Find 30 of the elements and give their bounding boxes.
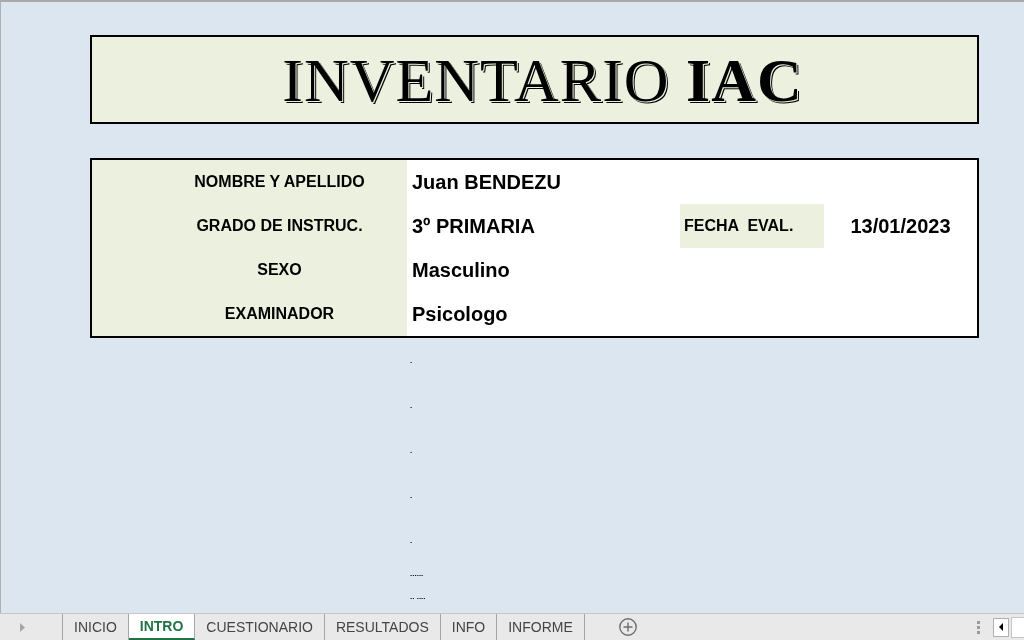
field-label: GRADO DE INSTRUC. [196,217,363,235]
date-label: FECHA EVAL. [680,204,824,248]
date-value: 13/01/2023 [850,214,951,238]
field-label: SEXO [257,261,302,279]
field-label: NOMBRE Y APELLIDO [194,173,365,191]
sheet-title: INVENTARIO IAC [281,48,803,111]
dot-text: ...... [410,570,424,579]
dot-text: . [410,356,413,365]
left-arrow-icon [999,623,1003,631]
sheet-tab[interactable]: INFO [440,614,498,640]
field-value: 3º PRIMARIA [412,214,535,238]
field-label: EXAMINADOR [224,305,335,323]
horizontal-scrollbar[interactable] [1011,616,1024,638]
field-value: Psicologo [412,302,508,326]
sheet-tab[interactable]: INICIO [63,614,129,640]
grip-icon[interactable] [977,620,980,634]
sheet-tab[interactable]: CUESTIONARIO [195,614,325,640]
right-arrow-icon[interactable] [20,622,25,632]
dot-text: .. .... [410,592,426,601]
dot-text: . [410,536,413,545]
sheet-tab[interactable]: INTRO [128,614,196,640]
sheet-tab[interactable]: RESULTADOS [324,614,441,640]
field-value: Masculino [412,258,510,282]
dot-text: . [410,446,413,455]
sheet-tab[interactable]: INFORME [497,614,585,640]
field-value: Juan BENDEZU [412,170,561,194]
scroll-left-button[interactable] [993,617,1009,637]
dot-text: . [410,401,413,410]
dot-text: . [410,491,413,500]
add-icon[interactable] [618,618,637,636]
